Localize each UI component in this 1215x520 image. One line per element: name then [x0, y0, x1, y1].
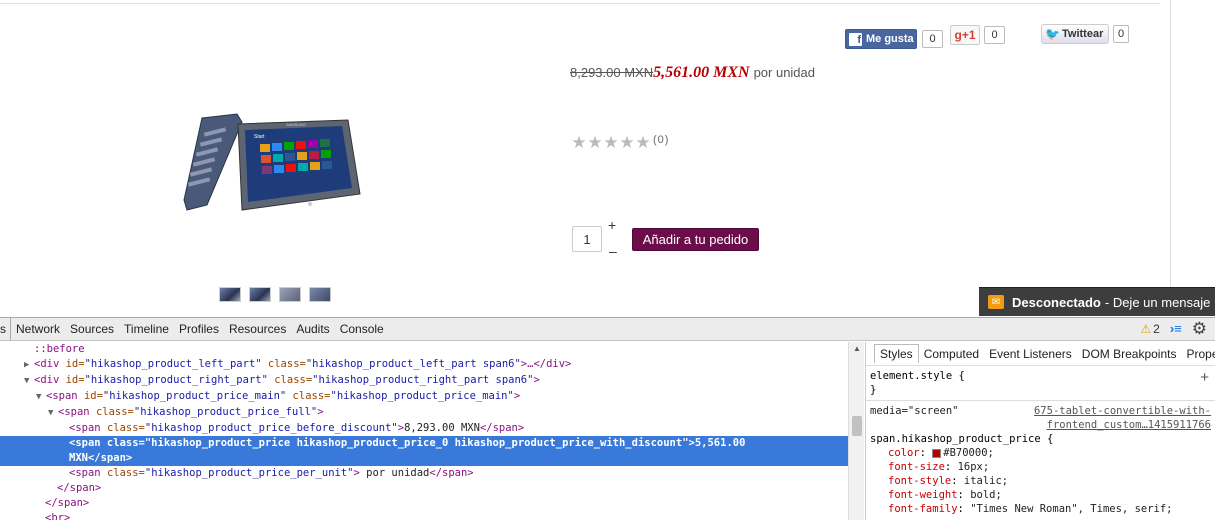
google-plus-button[interactable]: g +1: [950, 25, 980, 45]
twitter-tweet-button[interactable]: 🐦 Twittear: [1041, 24, 1109, 44]
dom-node-price-before-discount[interactable]: <span class="hikashop_product_price_befo…: [0, 421, 848, 436]
tab-dom-breakpoints[interactable]: DOM Breakpoints: [1077, 345, 1182, 363]
twitter-tweet-count: 0: [1113, 25, 1129, 43]
tab-network[interactable]: Network: [11, 318, 65, 341]
scrollbar-thumb[interactable]: [852, 416, 862, 436]
style-prop-font-style[interactable]: font-style: italic;: [870, 474, 1211, 488]
quantity-input[interactable]: 1: [572, 226, 602, 252]
devtools-tabbar: s Network Sources Timeline Profiles Reso…: [0, 317, 1215, 341]
star-icon[interactable]: ★: [619, 134, 635, 151]
style-prop-font-size[interactable]: font-size: 16px;: [870, 460, 1211, 474]
dom-node-left-part[interactable]: ▶ <div id="hikashop_product_left_part" cl…: [0, 357, 848, 373]
star-icon[interactable]: ★: [587, 134, 603, 151]
chat-message: - Deje un mensaje: [1104, 294, 1211, 310]
styles-sidebar: Styles Computed Event Listeners DOM Brea…: [865, 342, 1215, 520]
google-plus-label: +1: [961, 28, 976, 42]
price-before-discount: 8,293.00 MXN: [570, 65, 654, 80]
product-thumbnails: [219, 287, 331, 302]
product-thumbnail-1[interactable]: [219, 287, 241, 302]
add-to-cart-button[interactable]: Añadir a tu pedido: [632, 228, 759, 251]
element-style-rule[interactable]: element.style { }: [866, 366, 1215, 401]
chat-status: Desconectado: [1012, 294, 1101, 310]
warnings-count: 2: [1153, 321, 1160, 336]
tab-audits[interactable]: Audits: [291, 318, 334, 341]
gear-icon[interactable]: ⚙: [1192, 320, 1207, 337]
star-icon[interactable]: ★: [603, 134, 619, 151]
add-style-rule-button[interactable]: +: [1200, 369, 1209, 386]
price-with-discount: 5,561.00 MXN: [653, 64, 750, 81]
dom-node-price-with-discount-selected[interactable]: <span class="hikashop_product_price hika…: [0, 436, 848, 451]
element-style-close: }: [870, 384, 877, 396]
tab-profiles[interactable]: Profiles: [174, 318, 224, 341]
dom-node-price-per-unit[interactable]: <span class="hikashop_product_price_per_…: [0, 466, 848, 481]
product-thumbnail-3[interactable]: [279, 287, 301, 302]
warning-icon: ⚠: [1140, 321, 1152, 336]
price-per-unit: por unidad: [753, 65, 816, 80]
dom-node-price-with-discount-cont[interactable]: MXN</span>: [0, 451, 848, 466]
product-page: f Me gusta 0 g +1 0 🐦 Twittear 0 Start S…: [0, 0, 1215, 316]
media-query: media="screen": [870, 405, 959, 417]
product-price: 8,293.00 MXN 5,561.00 MXN por unidad: [570, 64, 815, 82]
facebook-like-count: 0: [922, 30, 943, 48]
dom-node-close-span[interactable]: </span>: [0, 496, 848, 511]
rating-count: (0): [653, 134, 670, 146]
quantity-decrease-button[interactable]: –: [609, 243, 617, 259]
rule-selector: span.hikashop_product_price {: [870, 433, 1054, 445]
console-drawer-icon[interactable]: ›≡: [1170, 321, 1182, 336]
google-plus-count: 0: [984, 26, 1005, 44]
tab-computed[interactable]: Computed: [919, 345, 984, 363]
stylesheet-link-2[interactable]: frontend_custom…1415911766: [1047, 418, 1211, 432]
tab-resources[interactable]: Resources: [224, 318, 291, 341]
star-icon[interactable]: ★: [635, 134, 651, 151]
device-screen-text: Start: [254, 134, 265, 140]
google-plus-icon: g: [954, 28, 962, 42]
dom-node-before[interactable]: ::before: [0, 342, 848, 357]
elements-scrollbar[interactable]: ▲: [848, 342, 864, 520]
style-prop-font-family[interactable]: font-family: "Times New Roman", Times, s…: [870, 502, 1211, 516]
top-divider: [0, 3, 1160, 4]
style-prop-color[interactable]: color: #B70000;: [870, 446, 1211, 460]
tab-properties[interactable]: Properties: [1181, 345, 1215, 363]
color-swatch-icon[interactable]: [932, 448, 942, 458]
star-icon[interactable]: ★: [571, 134, 587, 151]
devtools-toolbar-right: ⚠ 2 ›≡ ⚙: [1140, 320, 1207, 337]
chat-widget-bar[interactable]: ✉ Desconectado - Deje un mensaje: [979, 287, 1215, 316]
quantity-increase-button[interactable]: +: [608, 217, 616, 233]
facebook-icon: f: [849, 32, 862, 46]
product-image[interactable]: Start SAMSUNG: [182, 110, 372, 220]
facebook-like-button[interactable]: f Me gusta: [845, 29, 917, 49]
facebook-like-label: Me gusta: [866, 33, 914, 45]
dom-node-close-span[interactable]: </span>: [0, 481, 848, 496]
styles-tabbar: Styles Computed Event Listeners DOM Brea…: [866, 342, 1215, 366]
warnings-counter[interactable]: ⚠ 2: [1140, 322, 1159, 336]
tab-styles[interactable]: Styles: [874, 344, 919, 363]
rating-stars: ★ ★ ★ ★ ★ (0): [571, 134, 670, 151]
twitter-bird-icon: 🐦: [1045, 27, 1060, 41]
devtools-panel: s Network Sources Timeline Profiles Reso…: [0, 317, 1215, 520]
tab-sources[interactable]: Sources: [65, 318, 119, 341]
element-style-selector: element.style {: [870, 370, 965, 382]
tab-event-listeners[interactable]: Event Listeners: [984, 345, 1077, 363]
dom-node-right-part[interactable]: ▼ <div id="hikashop_product_right_part" c…: [0, 373, 848, 389]
right-divider: [1170, 0, 1171, 316]
tab-console[interactable]: Console: [335, 318, 389, 341]
twitter-tweet-label: Twittear: [1062, 28, 1104, 40]
device-brand-text: SAMSUNG: [286, 122, 306, 127]
product-thumbnail-2[interactable]: [249, 287, 271, 302]
style-prop-font-weight[interactable]: font-weight: bold;: [870, 488, 1211, 502]
envelope-icon: ✉: [988, 295, 1004, 309]
elements-tree: ::before ▶ <div id="hikashop_product_left…: [0, 342, 848, 520]
stylesheet-link-1[interactable]: 675-tablet-convertible-with-: [1034, 404, 1211, 418]
price-style-rule[interactable]: media="screen" 675-tablet-convertible-wit…: [866, 401, 1215, 519]
product-thumbnail-4[interactable]: [309, 287, 331, 302]
tab-timeline[interactable]: Timeline: [119, 318, 174, 341]
dom-node-price-full[interactable]: ▼ <span class="hikashop_product_price_ful…: [0, 405, 848, 421]
scroll-up-arrow-icon[interactable]: ▲: [853, 344, 861, 353]
tab-elements-partial[interactable]: s: [0, 317, 11, 341]
dom-node-price-main[interactable]: ▼ <span id="hikashop_product_price_main" …: [0, 389, 848, 405]
